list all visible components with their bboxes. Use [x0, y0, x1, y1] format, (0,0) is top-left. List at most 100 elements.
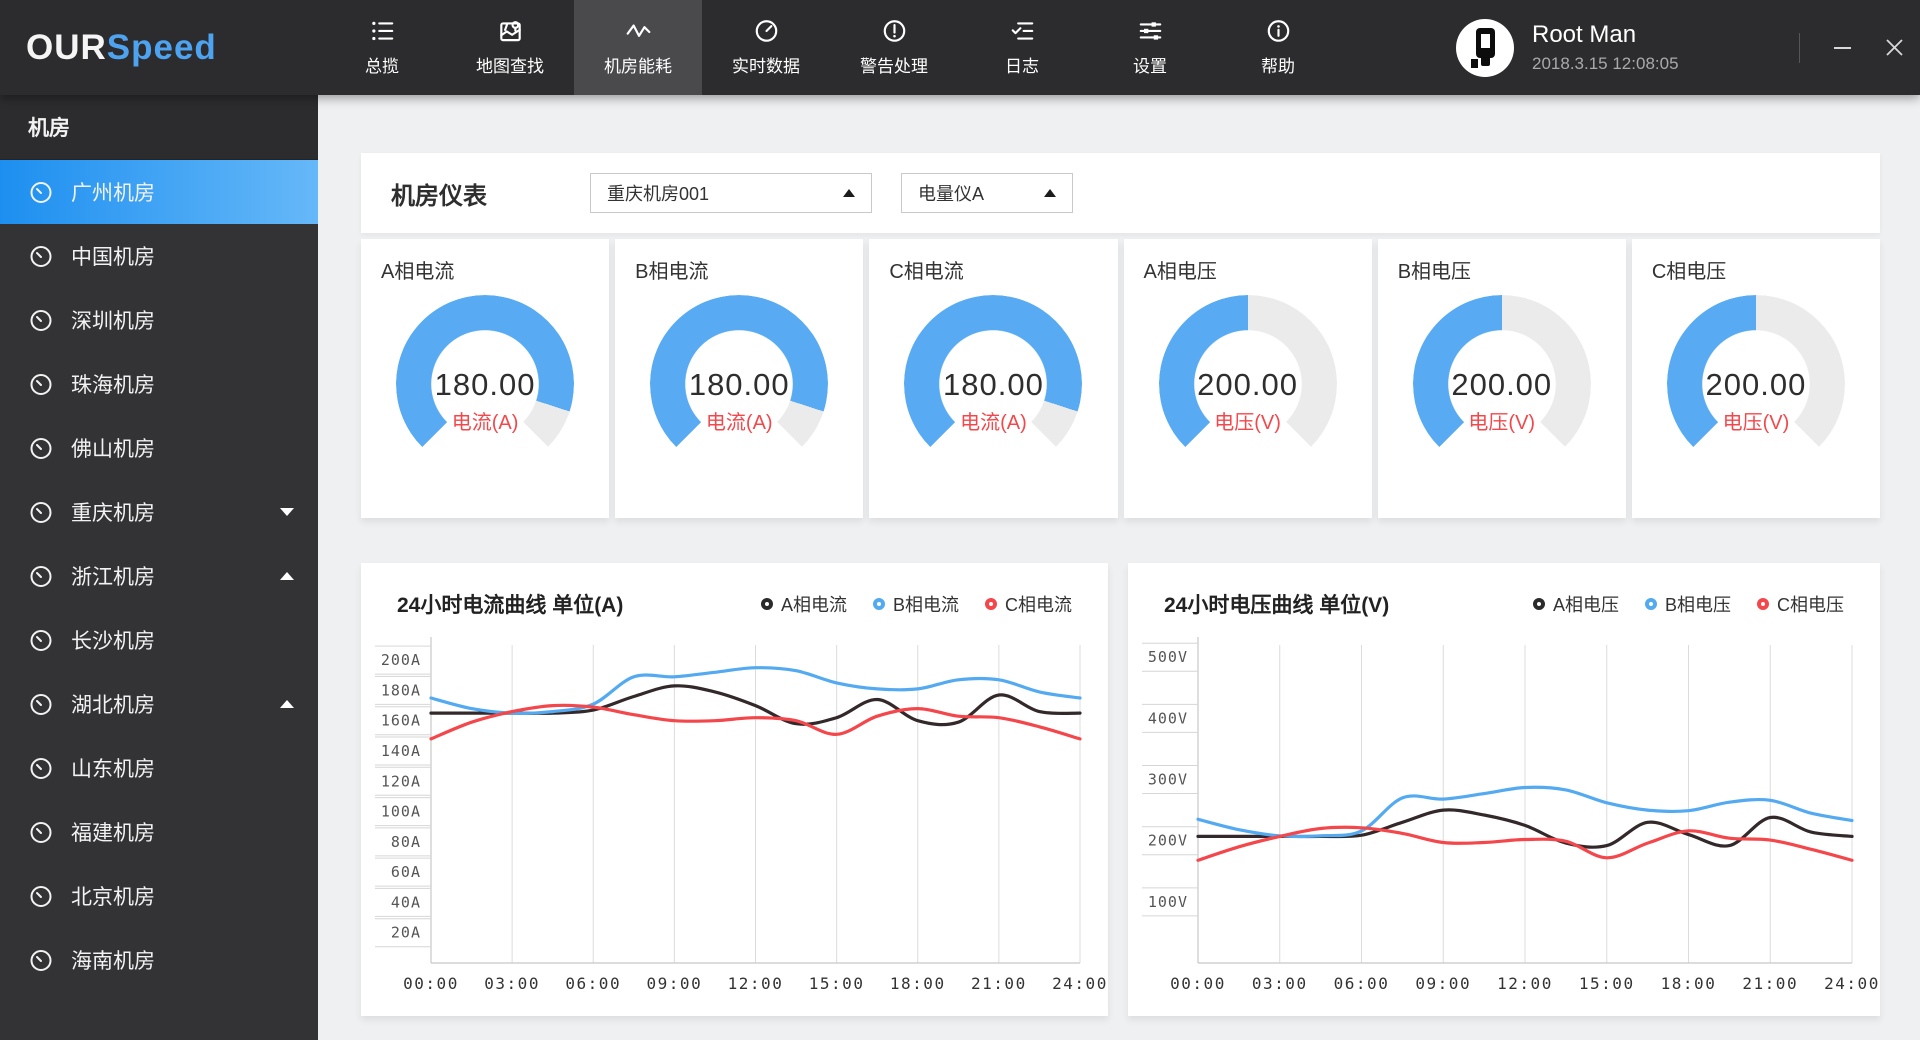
nav-tab-8[interactable]: 帮助	[1214, 0, 1342, 95]
svg-text:200V: 200V	[1148, 832, 1188, 850]
nav-tab-5[interactable]: 警告处理	[830, 0, 958, 95]
gauge-title: A相电流	[381, 261, 455, 283]
nav-tab-4[interactable]: 实时数据	[702, 0, 830, 95]
svg-text:12:00: 12:00	[1497, 974, 1553, 993]
voltage-chart-card: 24小时电压曲线 单位(V) A相电压 B相电压 C相电压 500V 400V 300V 20…	[1128, 563, 1880, 1016]
legend-item[interactable]: A相电压	[1532, 591, 1619, 617]
svg-text:09:00: 09:00	[1415, 974, 1471, 993]
sidebar-item-10[interactable]: 山东机房	[0, 736, 318, 800]
chart-canvas[interactable]: 500V 400V 300V 200V 100V 00:00 03:00 06:00 09:00…	[1128, 621, 1880, 1003]
dropdown-arrow-icon	[843, 189, 855, 197]
gauge-card-3: C相电流 180.00 电流(A)	[869, 239, 1118, 518]
svg-text:60A: 60A	[391, 863, 421, 881]
gauge-value: 180.00	[943, 367, 1044, 402]
sidebar-item-11[interactable]: 福建机房	[0, 800, 318, 864]
svg-text:00:00: 00:00	[1170, 974, 1226, 993]
room-gauge-icon	[30, 693, 52, 715]
legend-label: A相电压	[1552, 595, 1619, 615]
minimize-icon	[1833, 46, 1851, 49]
svg-text:400V: 400V	[1148, 709, 1188, 727]
svg-text:06:00: 06:00	[1334, 974, 1390, 993]
svg-text:18:00: 18:00	[890, 974, 946, 993]
nav-tab-6[interactable]: 日志	[958, 0, 1086, 95]
gauge-title: C相电流	[889, 261, 964, 283]
legend-ring-icon	[760, 598, 773, 610]
nav-tab-7[interactable]: 设置	[1086, 0, 1214, 95]
svg-text:18:00: 18:00	[1661, 974, 1717, 993]
room-gauge-icon	[30, 245, 52, 267]
nav-tab-2[interactable]: 地图查找	[446, 0, 574, 95]
legend-label: C相电流	[1005, 595, 1072, 615]
svg-text:200A: 200A	[381, 651, 421, 669]
nav-tab-label: 设置	[1133, 57, 1167, 76]
gauge-card-6: C相电压 200.00 电压(V)	[1631, 239, 1881, 518]
svg-text:24:00: 24:00	[1052, 974, 1108, 993]
room-gauge-icon	[30, 501, 52, 523]
sidebar-item-1[interactable]: 广州机房	[0, 160, 318, 224]
brand-our: OUR	[26, 27, 107, 67]
avatar-icon	[1471, 27, 1495, 68]
sidebar-item-label: 海南机房	[71, 950, 155, 973]
sidebar-item-7[interactable]: 浙江机房	[0, 544, 318, 608]
sidebar-item-12[interactable]: 北京机房	[0, 864, 318, 928]
svg-text:180A: 180A	[381, 681, 421, 699]
window-controls	[1799, 0, 1920, 95]
svg-text:24:00: 24:00	[1824, 974, 1880, 993]
user-block: Root Man 2018.3.15 12:08:05	[1456, 0, 1679, 95]
nav-tab-label: 日志	[1005, 57, 1039, 76]
legend-item[interactable]: B相电流	[872, 591, 959, 617]
chart-legend: A相电压 B相电压 C相电压	[1532, 591, 1844, 617]
log-list-icon	[1011, 22, 1033, 40]
sidebar-item-3[interactable]: 深圳机房	[0, 288, 318, 352]
svg-text:03:00: 03:00	[1252, 974, 1308, 993]
svg-text:12:00: 12:00	[728, 974, 784, 993]
svg-text:21:00: 21:00	[971, 974, 1027, 993]
nav-tab-1[interactable]: 总揽	[318, 0, 446, 95]
legend-item[interactable]: A相电流	[760, 591, 847, 617]
nav-tab-label: 帮助	[1261, 57, 1295, 76]
legend-label: A相电流	[780, 595, 847, 615]
meter-panel-header: 机房仪表 重庆机房001 电量仪A	[361, 153, 1880, 233]
legend-item[interactable]: B相电压	[1644, 591, 1731, 617]
sidebar-item-label: 珠海机房	[71, 374, 155, 397]
alert-circle-icon	[883, 20, 905, 42]
chevron-up-icon	[280, 700, 294, 708]
sidebar-title: 机房	[0, 95, 318, 160]
sidebar-item-9[interactable]: 湖北机房	[0, 672, 318, 736]
legend-label: B相电压	[1664, 595, 1731, 615]
avatar[interactable]	[1456, 18, 1514, 77]
sidebar-item-label: 广州机房	[71, 182, 155, 205]
gauge-unit-label: 电压(V)	[1214, 412, 1281, 434]
nav-tab-3[interactable]: 机房能耗	[574, 0, 702, 95]
app-logo: OUR Speed	[26, 0, 217, 95]
minimize-button[interactable]	[1816, 0, 1868, 95]
room-gauge-icon	[30, 181, 52, 203]
sidebar-item-label: 深圳机房	[71, 310, 155, 333]
room-select[interactable]: 重庆机房001	[590, 173, 872, 213]
sidebar-item-label: 山东机房	[71, 758, 155, 781]
gauge-value: 200.00	[1197, 367, 1298, 402]
gauge-dial: 200.00 电压(V)	[1666, 295, 1845, 473]
legend-item[interactable]: C相电压	[1757, 591, 1844, 617]
room-gauge-icon	[30, 629, 52, 651]
legend-item[interactable]: C相电流	[985, 591, 1072, 617]
meter-select[interactable]: 电量仪A	[901, 173, 1073, 213]
nav-tab-label: 警告处理	[860, 57, 928, 76]
gauge-unit-label: 电流(A)	[705, 412, 773, 434]
nav-tab-label: 实时数据	[732, 57, 800, 76]
close-button[interactable]	[1868, 0, 1920, 95]
panel-title: 机房仪表	[391, 182, 487, 210]
sidebar-item-4[interactable]: 珠海机房	[0, 352, 318, 416]
gauge-unit-label: 电流(A)	[451, 412, 519, 434]
room-gauge-icon	[30, 373, 52, 395]
svg-text:500V: 500V	[1148, 648, 1188, 666]
sidebar-item-6[interactable]: 重庆机房	[0, 480, 318, 544]
realtime-gauge-icon	[755, 20, 777, 42]
meter-select-value: 电量仪A	[918, 184, 985, 204]
chart-canvas[interactable]: 200A 180A 160A 140A 120A 100A 80A 60A 40A 20A 00:0…	[361, 621, 1108, 1003]
sidebar-item-13[interactable]: 海南机房	[0, 928, 318, 992]
svg-text:00:00: 00:00	[403, 974, 459, 993]
sidebar-item-8[interactable]: 长沙机房	[0, 608, 318, 672]
sidebar-item-5[interactable]: 佛山机房	[0, 416, 318, 480]
sidebar-item-2[interactable]: 中国机房	[0, 224, 318, 288]
